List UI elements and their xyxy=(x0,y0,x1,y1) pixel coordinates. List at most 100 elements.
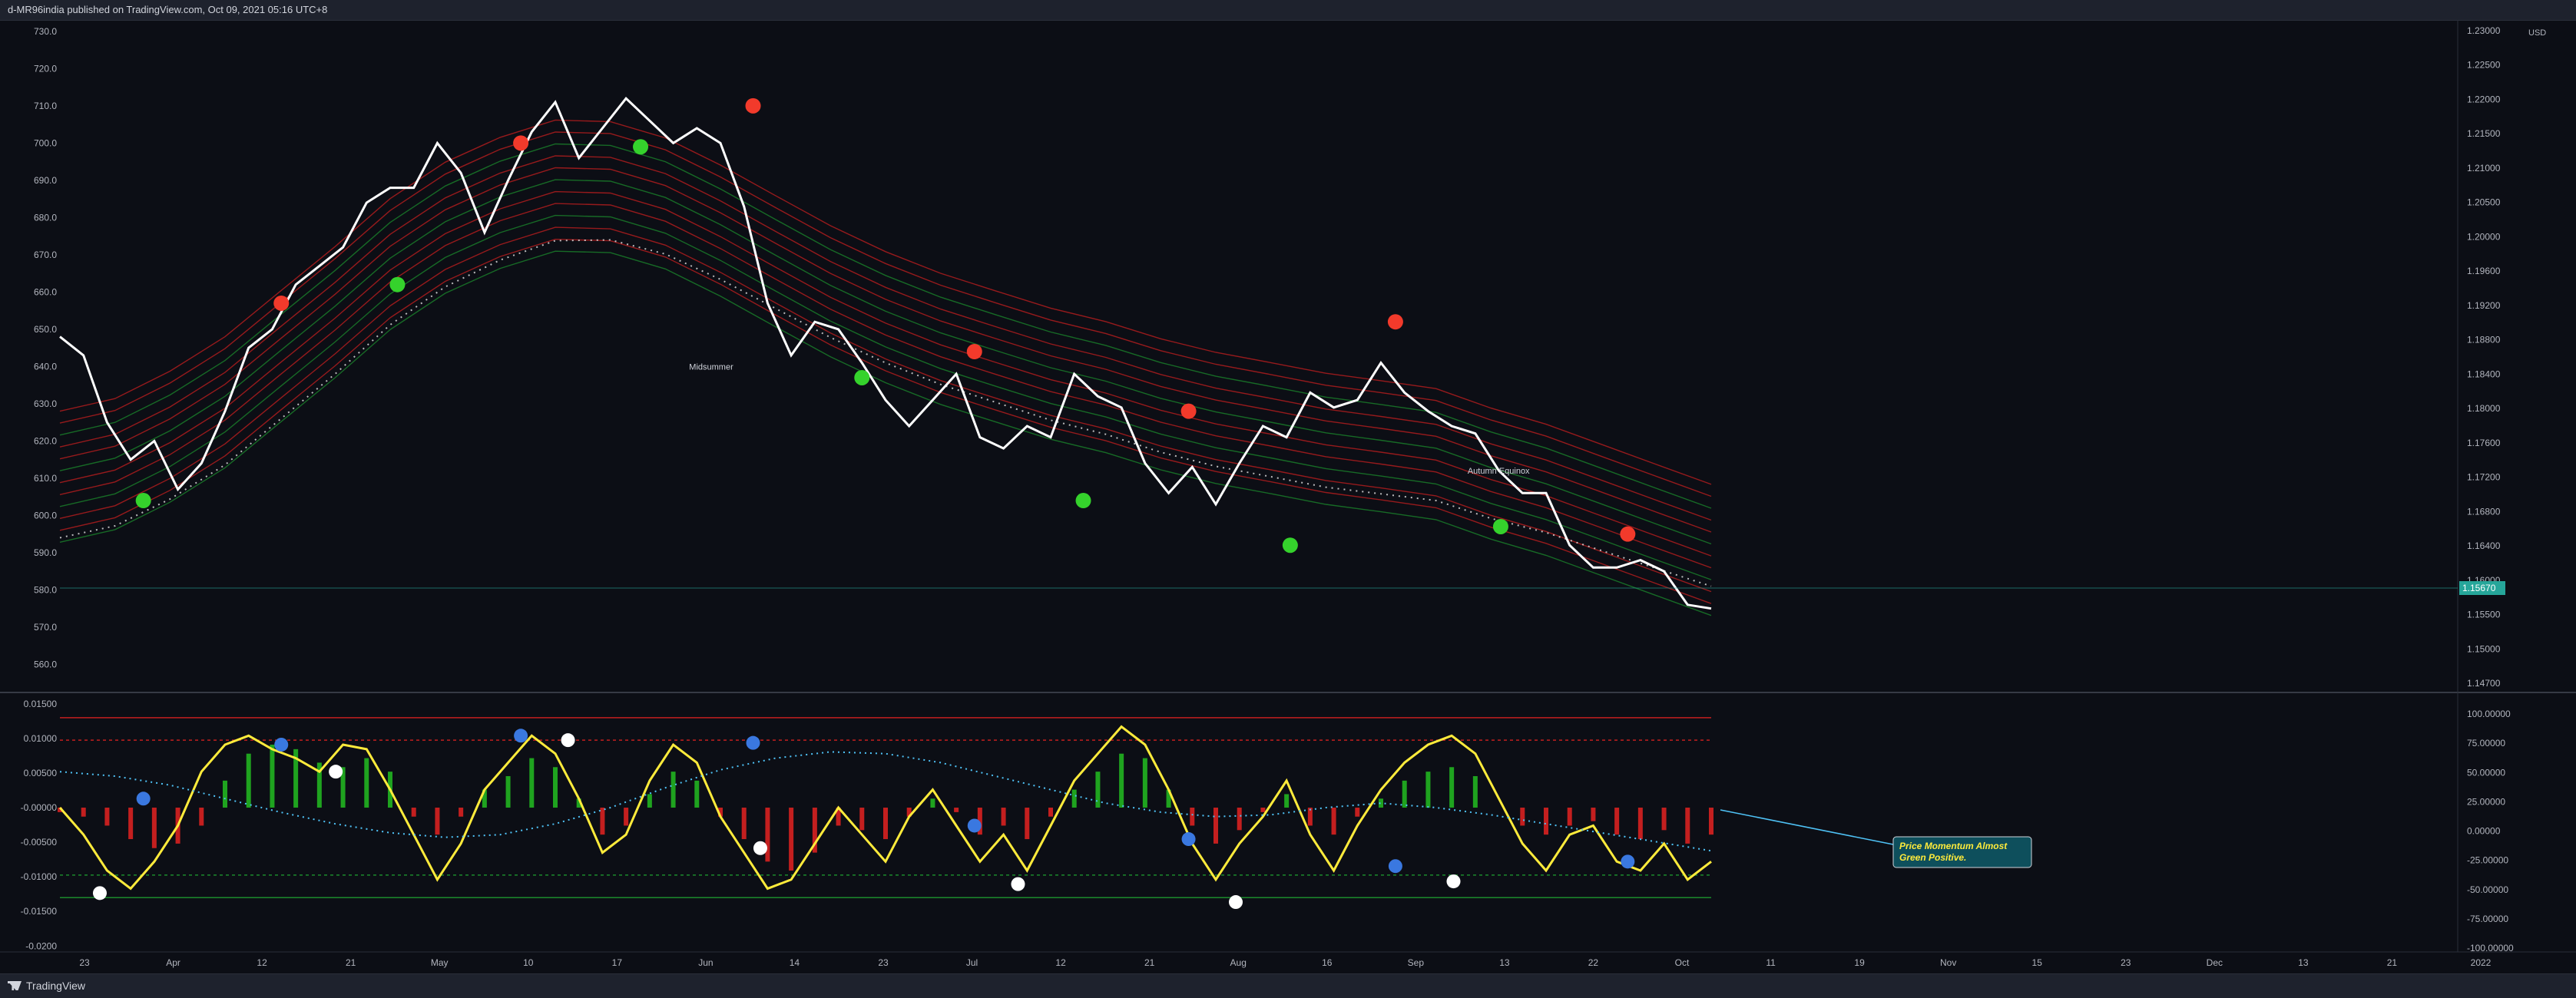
osc-markers xyxy=(92,729,1635,910)
publish-bar: d-MR96india published on TradingView.com… xyxy=(0,0,2576,21)
histogram-bar xyxy=(223,780,227,808)
left-axis-tick: 670.0 xyxy=(34,250,57,260)
right-axis-tick: 1.16400 xyxy=(2467,540,2501,551)
red-signal-dot xyxy=(1620,526,1636,542)
histogram-bar xyxy=(1284,794,1290,808)
time-axis-tick: May xyxy=(431,957,449,968)
time-axis-tick: 13 xyxy=(2298,957,2309,968)
time-axis-tick: Sep xyxy=(1408,957,1425,968)
histogram-bar xyxy=(836,808,841,826)
price-markers xyxy=(135,97,1636,554)
right-axis-tick: 1.18800 xyxy=(2467,335,2501,345)
time-axis-tick: 10 xyxy=(523,957,534,968)
green-signal-dot xyxy=(135,493,151,509)
histogram-bar xyxy=(576,798,581,808)
histogram-bar xyxy=(1119,753,1124,808)
histogram-bar xyxy=(1637,808,1643,840)
time-axis-tick: 11 xyxy=(1766,957,1776,968)
time-axis-tick: 21 xyxy=(346,957,356,968)
left-axis-tick: 570.0 xyxy=(34,622,57,633)
ribbon-line xyxy=(59,119,1712,485)
tradingview-logo[interactable]: TradingView xyxy=(8,980,85,992)
time-axis-tick: Nov xyxy=(1940,957,1956,968)
time-axis-tick: 15 xyxy=(2032,957,2043,968)
histogram-bar xyxy=(1355,808,1360,817)
osc-right-tick: 100.00000 xyxy=(2467,709,2511,719)
histogram-bar xyxy=(364,758,369,808)
histogram-bar xyxy=(388,772,392,808)
left-axis-tick: 700.0 xyxy=(34,137,57,148)
green-signal-dot xyxy=(1075,493,1091,509)
time-axis-tick: 14 xyxy=(790,957,800,968)
ribbon-line xyxy=(59,190,1712,557)
left-axis-tick: 660.0 xyxy=(34,286,57,297)
price-line xyxy=(59,96,1712,610)
histogram-bar xyxy=(459,808,464,817)
time-axis-tick: Apr xyxy=(166,957,180,968)
left-axis-tick: 710.0 xyxy=(34,101,57,111)
time-axis-tick: Jul xyxy=(966,957,978,968)
symbol-name[interactable]: Euro / U.S. Dollar, 1396, IDC xyxy=(66,26,184,37)
white-signal-dot xyxy=(329,765,343,779)
histogram-bar xyxy=(1379,798,1383,808)
osc-left-tick: 0.00500 xyxy=(24,768,58,778)
green-signal-dot xyxy=(1282,537,1298,554)
osc-left-tick: -0.0200 xyxy=(25,940,57,951)
time-axis-tick: 23 xyxy=(79,957,90,968)
time-axis-background xyxy=(0,953,2576,973)
time-axis-tick: 13 xyxy=(1499,957,1510,968)
histogram-bar xyxy=(58,808,62,812)
osc-left-tick: -0.01000 xyxy=(21,871,58,882)
histogram-bar xyxy=(151,808,157,848)
ribbon-line xyxy=(59,250,1712,616)
ribbon-line xyxy=(59,214,1712,580)
histogram-bar xyxy=(600,808,605,835)
time-axis-tick: 21 xyxy=(2387,957,2398,968)
right-axis-tick: 1.16800 xyxy=(2467,506,2501,517)
histogram-bar xyxy=(199,808,204,826)
histogram-bar xyxy=(1567,808,1572,826)
histogram-bar xyxy=(411,808,416,817)
chart-canvas[interactable]: 730.0 720.0 710.0 700.0 690.0 680.0 670.0 660.0… xyxy=(0,0,2576,997)
histogram-bar xyxy=(954,808,959,812)
right-axis-tick: 1.19200 xyxy=(2467,300,2501,311)
histogram-bar xyxy=(1166,789,1171,808)
right-axis-tick: 1.18400 xyxy=(2467,368,2501,379)
blue-signal-dot xyxy=(514,729,528,743)
osc-left-tick: -0.01500 xyxy=(21,906,58,917)
histogram-bar xyxy=(128,808,134,840)
green-signal-dot xyxy=(854,369,870,385)
blue-signal-dot xyxy=(967,818,982,833)
histogram-bar xyxy=(104,808,110,826)
histogram-bar xyxy=(1449,767,1455,808)
right-axis-tick: 1.16000 xyxy=(2467,575,2501,586)
histogram-bar xyxy=(1237,808,1242,831)
histogram-bar xyxy=(1685,808,1690,844)
white-signal-dot xyxy=(1228,895,1243,910)
histogram-bar xyxy=(1214,808,1218,844)
right-axis-tick: 1.18000 xyxy=(2467,403,2501,414)
green-signal-dot xyxy=(633,139,649,155)
histogram-bar xyxy=(505,776,511,808)
histogram-bar xyxy=(741,808,747,840)
ma-ribbon xyxy=(59,119,1712,616)
histogram-bar xyxy=(81,808,86,817)
right-axis-tick: 1.21500 xyxy=(2467,128,2501,139)
osc-right-tick: 0.00000 xyxy=(2467,826,2501,837)
blue-signal-dot xyxy=(1621,854,1635,869)
right-axis-tick: 1.17200 xyxy=(2467,472,2501,483)
white-signal-dot xyxy=(561,733,575,748)
red-signal-dot xyxy=(966,344,982,359)
ribbon-line xyxy=(59,238,1712,604)
red-signal-dot xyxy=(273,295,290,311)
time-axis-tick: 22 xyxy=(1588,957,1599,968)
right-axis-tick: 1.17600 xyxy=(2467,438,2501,448)
osc-right-tick: -100.00000 xyxy=(2467,943,2514,953)
osc-right-tick: -50.00000 xyxy=(2467,884,2508,895)
time-axis-tick: 12 xyxy=(257,957,267,968)
ribbon-line xyxy=(59,131,1712,497)
left-axis-tick: 680.0 xyxy=(34,212,57,223)
histogram-bar xyxy=(977,808,982,835)
histogram-bar xyxy=(175,808,180,844)
callout-box xyxy=(1892,836,2032,868)
